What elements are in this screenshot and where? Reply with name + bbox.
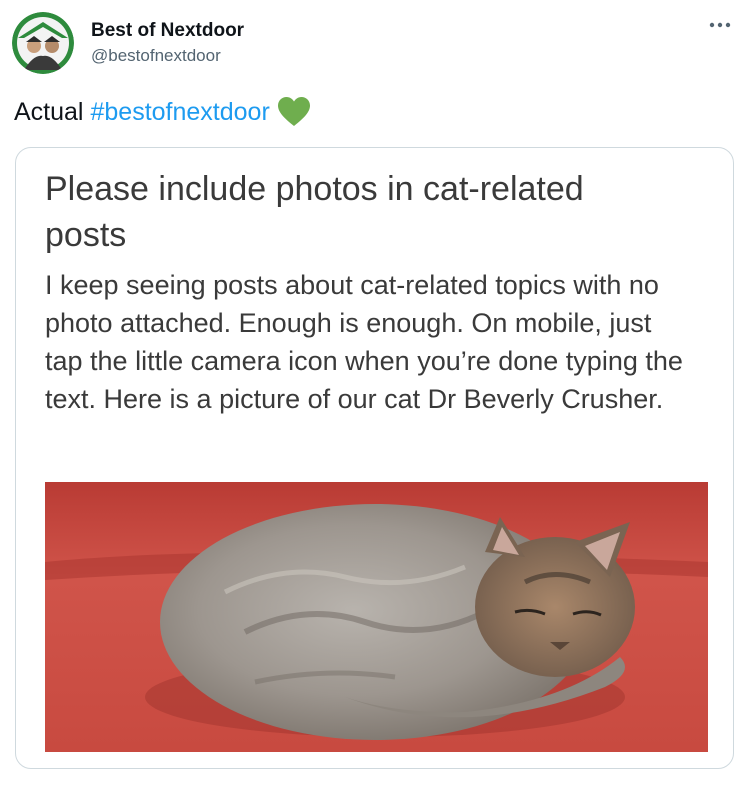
- more-options-button[interactable]: [706, 14, 734, 36]
- cat-photo[interactable]: [45, 482, 708, 752]
- avatar[interactable]: [12, 12, 74, 74]
- hashtag-link[interactable]: #bestofnextdoor: [90, 95, 269, 129]
- embedded-post-card[interactable]: Please include photos in cat-related pos…: [15, 147, 734, 769]
- author-display-name[interactable]: Best of Nextdoor: [91, 19, 244, 43]
- green-heart-icon: [277, 97, 310, 127]
- tweet-header: Best of Nextdoor @bestofnextdoor: [12, 10, 738, 78]
- tweet-text: Actual #bestofnextdoor: [14, 95, 310, 129]
- post-title: Please include photos in cat-related pos…: [45, 170, 584, 254]
- author-names: Best of Nextdoor @bestofnextdoor: [91, 19, 244, 67]
- nextdoor-avatar-icon: [12, 12, 74, 74]
- more-options-icon: [709, 22, 731, 28]
- author-handle[interactable]: @bestofnextdoor: [91, 45, 244, 67]
- tweet-text-prefix: Actual: [14, 98, 84, 126]
- post-body: I keep seeing posts about cat-related to…: [45, 270, 683, 414]
